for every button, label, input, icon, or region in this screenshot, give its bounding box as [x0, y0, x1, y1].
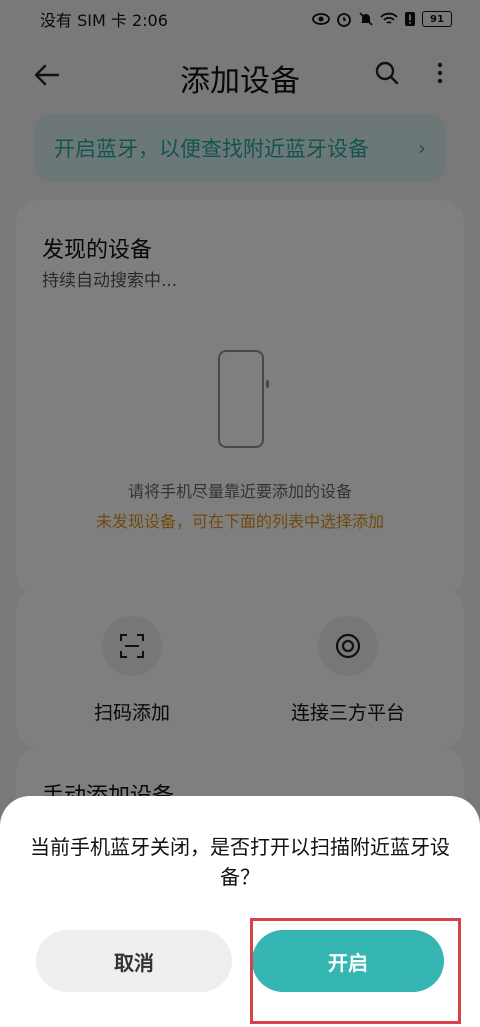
- cancel-button[interactable]: 取消: [36, 930, 232, 992]
- highlight-annotation: [250, 918, 461, 1024]
- add-device-screen: 没有 SIM 卡 2:06 91 添加设备 开启蓝牙，以便查找附近蓝牙设备 › …: [0, 0, 480, 1027]
- dialog-message: 当前手机蓝牙关闭，是否打开以扫描附近蓝牙设备？: [30, 835, 450, 889]
